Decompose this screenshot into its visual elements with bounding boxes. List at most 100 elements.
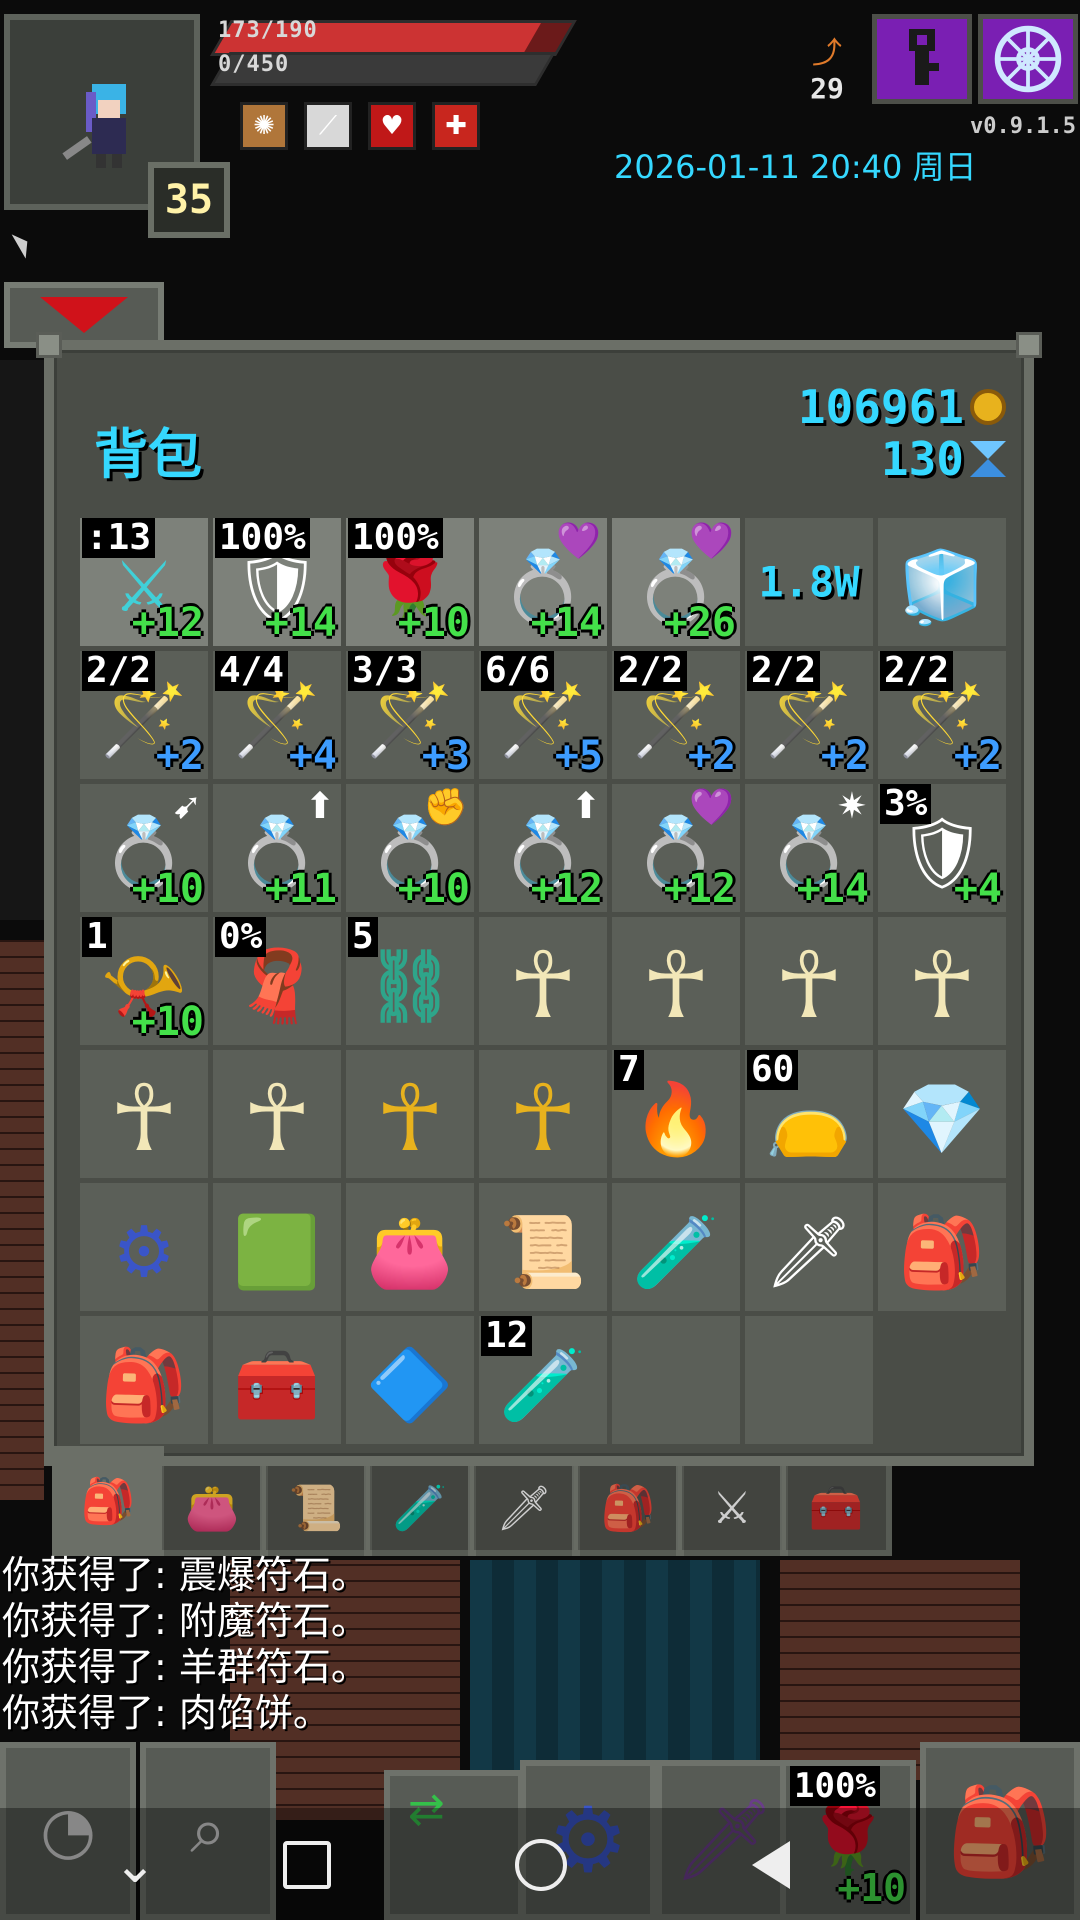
chevron-down-icon[interactable]: ⌄ — [100, 1830, 170, 1900]
inventory-slot[interactable]: ☥ — [745, 917, 873, 1045]
inventory-slot[interactable]: 🎒 — [878, 1183, 1006, 1311]
empty-slot[interactable] — [612, 1316, 740, 1444]
inventory-slot[interactable]: 💍 💜 +12 — [612, 784, 740, 912]
inventory-slot[interactable]: 💍 ✊ +10 — [346, 784, 474, 912]
hero-level-badge: 35 — [148, 162, 230, 238]
back-button[interactable] — [736, 1830, 806, 1900]
inventory-slot[interactable]: 🧣 0% — [213, 917, 341, 1045]
dungeon-depth-indicator[interactable]: ⤴ 29 — [800, 28, 854, 105]
inventory-slot[interactable]: 💍 💜 +14 — [479, 518, 607, 646]
slot-status-label: :13 — [82, 518, 156, 558]
torch-icon: 🔥 — [632, 1078, 720, 1161]
inventory-slot[interactable]: ☥ — [479, 917, 607, 1045]
crystal-icon: 🔷 — [366, 1344, 454, 1427]
slot-status-label: 60 — [747, 1050, 799, 1090]
energy-counter: 130 — [881, 432, 1006, 486]
inventory-slot[interactable]: 🗡 — [745, 1183, 873, 1311]
key-icon — [909, 29, 939, 85]
inventory-slot[interactable]: 1.8W — [745, 518, 873, 646]
inventory-slot[interactable]: ☥ — [213, 1050, 341, 1178]
health-text: 173/190 — [218, 18, 318, 43]
inventory-slot[interactable]: 💍 💜 +26 — [612, 518, 740, 646]
slot-level-label: +2 — [687, 733, 736, 779]
inventory-slot[interactable]: ☥ — [479, 1050, 607, 1178]
experience-text: 0/450 — [218, 52, 290, 77]
inventory-slot[interactable]: 📯 1 +10 — [80, 917, 208, 1045]
inventory-slot[interactable]: 💍 ➹ +10 — [80, 784, 208, 912]
bag-tab-icon: 📜 — [288, 1483, 344, 1534]
bag-tab-wand-holster[interactable]: 🗡 — [468, 1460, 580, 1556]
bag-tab-red-bag[interactable]: 🎒 — [572, 1460, 684, 1556]
inventory-slot[interactable]: 📜 — [479, 1183, 607, 1311]
inventory-slot[interactable]: ☥ — [878, 917, 1006, 1045]
enchant-marker-icon: ⬆ — [304, 786, 335, 827]
journal-button[interactable] — [872, 14, 972, 104]
empty-slot[interactable] — [745, 1316, 873, 1444]
slot-level-label: +10 — [131, 866, 204, 912]
inventory-slot[interactable]: 🪄 2/2 +2 — [612, 651, 740, 779]
inventory-slot[interactable]: ⛓ 5 — [346, 917, 474, 1045]
enchant-marker-icon: 💜 — [556, 521, 601, 562]
inventory-slot[interactable]: ☥ — [346, 1050, 474, 1178]
light-buff-icon[interactable]: ✺ — [240, 102, 288, 150]
inventory-slot[interactable]: 🧪 — [612, 1183, 740, 1311]
inventory-slot[interactable]: ☥ — [80, 1050, 208, 1178]
inventory-slot[interactable]: 🔥 7 — [612, 1050, 740, 1178]
inventory-slot[interactable]: 🎒 — [80, 1316, 208, 1444]
inventory-slot[interactable]: 🪄 2/2 +2 — [878, 651, 1006, 779]
bag-tab-potion-bandolier[interactable]: 🧪 — [364, 1460, 476, 1556]
mind-vision-buff-icon[interactable]: ⟋ — [304, 102, 352, 150]
slot-level-label: +12 — [131, 600, 204, 646]
depth-number: 29 — [810, 72, 844, 105]
collapse-toggle-button[interactable] — [4, 282, 164, 348]
bag-tab-magic-holster[interactable]: ⚔ — [676, 1460, 788, 1556]
inventory-slot[interactable]: 👝 60 — [745, 1050, 873, 1178]
slot-level-label: +2 — [820, 733, 869, 779]
gold-counter: 106961 — [798, 380, 1006, 434]
chest-icon: 🧰 — [233, 1344, 321, 1427]
inventory-slot[interactable]: ☥ — [612, 917, 740, 1045]
home-button[interactable] — [506, 1830, 576, 1900]
gold-coin-icon — [970, 389, 1006, 425]
inventory-slot[interactable]: 🧊 — [878, 518, 1006, 646]
inventory-slot[interactable]: 🌹 100% +10 — [346, 518, 474, 646]
slot-status-label: 7 — [614, 1050, 644, 1090]
log-line: 你获得了: 羊群符石。 — [2, 1645, 369, 1689]
inventory-slot[interactable]: 💍 ⬆ +11 — [213, 784, 341, 912]
inventory-slot[interactable]: 🪄 6/6 +5 — [479, 651, 607, 779]
chain-icon: ⛓ — [365, 945, 455, 1028]
inventory-slot[interactable]: 🪄 3/3 +3 — [346, 651, 474, 779]
square-icon — [283, 1841, 331, 1889]
slot-status-label: 5 — [348, 917, 378, 957]
bag-tab-seed-pouch[interactable]: 👛 — [156, 1460, 268, 1556]
inventory-slot[interactable]: 🧪 12 — [479, 1316, 607, 1444]
slot-status-label: 2/2 — [880, 651, 954, 691]
potion-bandolier-icon: 🧪 — [632, 1211, 720, 1294]
enchant-marker-icon: 💜 — [689, 521, 734, 562]
inventory-slot[interactable]: 🔷 — [346, 1316, 474, 1444]
inventory-slot[interactable]: 🪄 2/2 +2 — [80, 651, 208, 779]
slot-level-label: +14 — [530, 600, 603, 646]
compass-menu-icon — [994, 25, 1062, 93]
recents-button[interactable] — [272, 1830, 342, 1900]
inventory-slot[interactable]: 💎 — [878, 1050, 1006, 1178]
gold-amount: 106961 — [797, 380, 964, 434]
inventory-slot[interactable]: 🛡 100% +14 — [213, 518, 341, 646]
inventory-slot[interactable]: 💍 ⬆ +12 — [479, 784, 607, 912]
menu-button[interactable] — [978, 14, 1078, 104]
inventory-slot[interactable]: 👛 — [346, 1183, 474, 1311]
chevron-down-icon — [40, 297, 128, 333]
cross-buff-icon[interactable]: ✚ — [432, 102, 480, 150]
inventory-slot[interactable]: 🟩 — [213, 1183, 341, 1311]
inventory-slot[interactable]: 🛡 3% +4 — [878, 784, 1006, 912]
bag-tab-scroll-holder[interactable]: 📜 — [260, 1460, 372, 1556]
bag-tab-chest[interactable]: 🧰 — [780, 1460, 892, 1556]
inventory-slot[interactable]: ⚙ — [80, 1183, 208, 1311]
inventory-slot[interactable]: ⚔:13 +12 — [80, 518, 208, 646]
inventory-slot[interactable]: 🪄 2/2 +2 — [745, 651, 873, 779]
inventory-slot[interactable]: 🧰 — [213, 1316, 341, 1444]
bag-tab-backpack[interactable]: 🎒 — [52, 1446, 164, 1556]
heart-buff-icon[interactable]: ♥ — [368, 102, 416, 150]
inventory-slot[interactable]: 🪄 4/4 +4 — [213, 651, 341, 779]
inventory-slot[interactable]: 💍 ✷ +14 — [745, 784, 873, 912]
